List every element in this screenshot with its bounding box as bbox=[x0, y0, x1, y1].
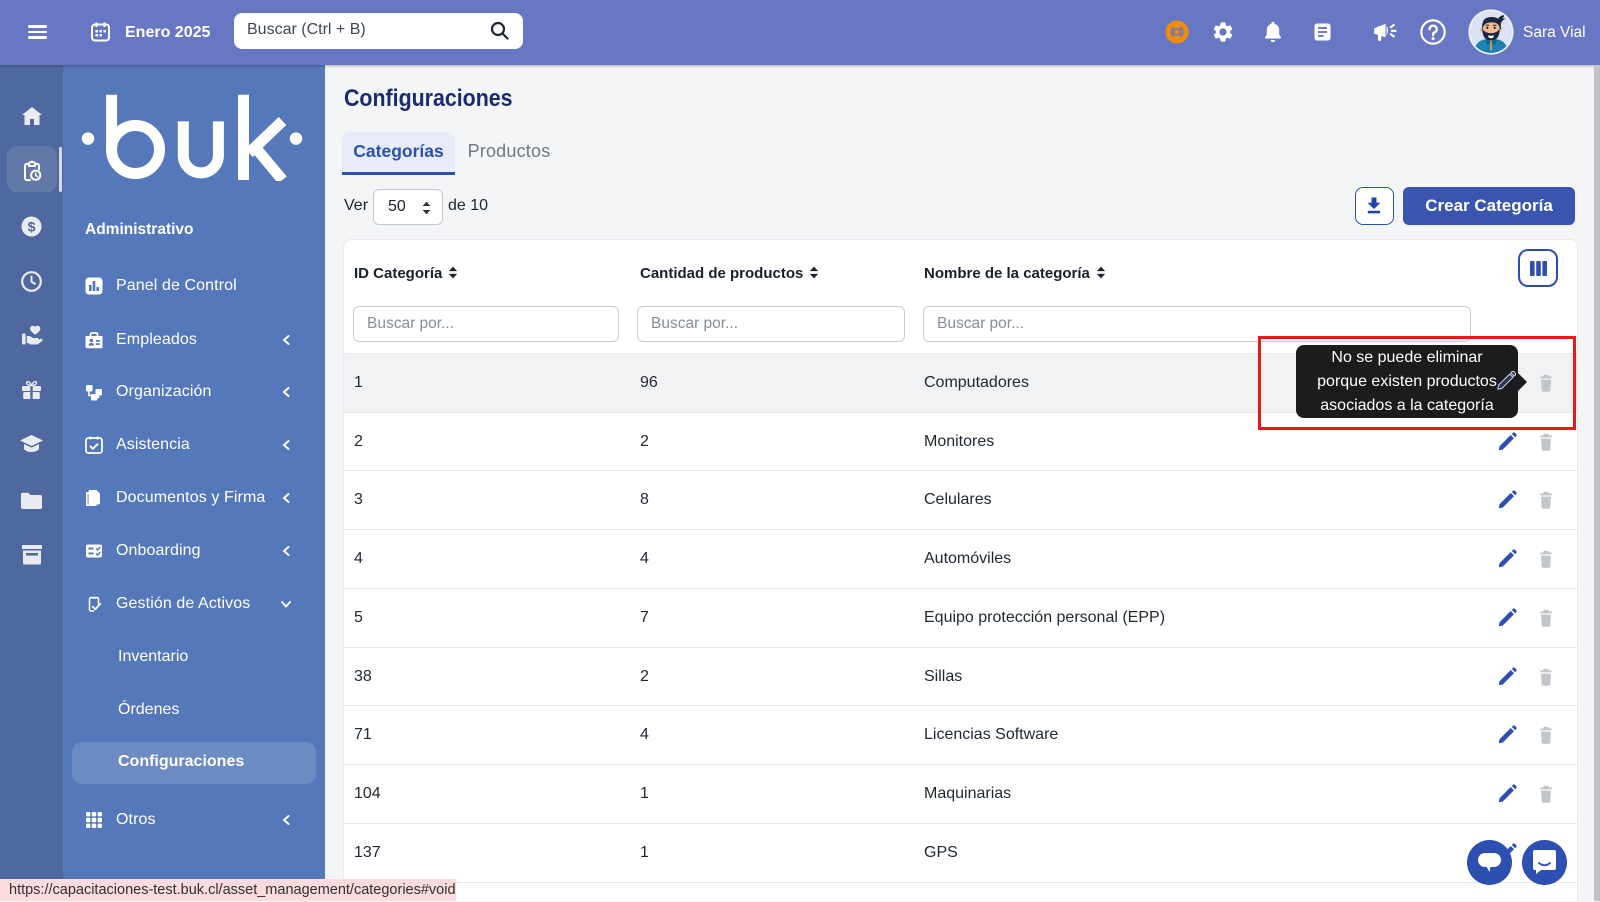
svg-text:$: $ bbox=[28, 218, 36, 234]
